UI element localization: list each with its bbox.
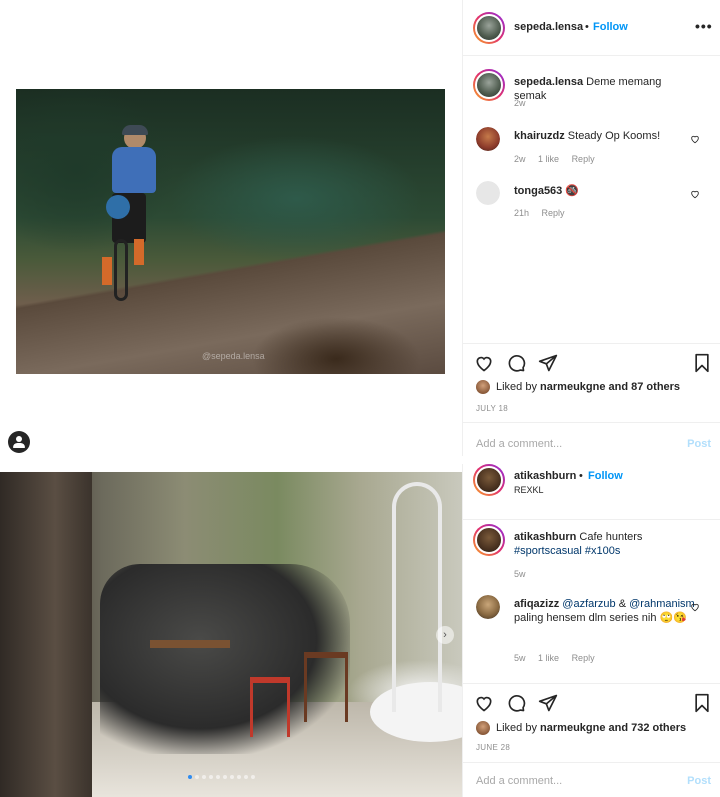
carousel-dot [216, 775, 220, 779]
avatar[interactable] [473, 69, 505, 101]
save-icon[interactable] [692, 693, 712, 713]
post-date[interactable]: JULY 18 [476, 404, 508, 413]
post-media: @sepeda.lensa [0, 0, 462, 456]
avatar[interactable] [473, 12, 505, 44]
reply-button[interactable]: Reply [542, 208, 565, 218]
save-icon[interactable] [692, 353, 712, 373]
heart-icon[interactable] [690, 189, 700, 199]
comment-likes[interactable]: 1 like [538, 154, 559, 164]
comment-username[interactable]: khairuzdz [514, 130, 565, 142]
follow-button[interactable]: Follow [593, 21, 628, 33]
carousel-dot [188, 775, 192, 779]
chevron-right-icon[interactable]: › [436, 626, 454, 644]
comment-likes[interactable]: 1 like [538, 653, 559, 663]
liked-by-user[interactable]: narmeukgne [540, 381, 605, 393]
caption-age: 5w [514, 569, 526, 579]
share-icon[interactable] [538, 353, 558, 373]
heart-icon[interactable] [474, 353, 494, 373]
comment-text: Steady Op Kooms! [567, 130, 661, 142]
caption-text: Cafe hunters [579, 531, 643, 543]
comment-ampersand: & [618, 598, 627, 610]
likes-summary: Liked by narmeukgne and 87 others [476, 380, 680, 394]
profile-icon[interactable] [8, 431, 30, 453]
separator-dot: • [579, 470, 583, 482]
add-comment-bar: Add a comment... Post [463, 422, 720, 464]
avatar[interactable] [473, 524, 505, 556]
post-sidebar: sepeda.lensa • Follow ••• sepeda.lensa D… [462, 0, 720, 456]
comment-mention[interactable]: @rahmanism [629, 598, 695, 610]
likes-summary: Liked by narmeukgne and 732 others [476, 721, 686, 735]
heart-icon[interactable] [690, 602, 700, 612]
carousel-dot [209, 775, 213, 779]
comment-input[interactable]: Add a comment... [476, 438, 562, 450]
reply-button[interactable]: Reply [572, 154, 595, 164]
post-media: › [0, 472, 462, 797]
post-location[interactable]: REXKL [514, 485, 544, 495]
carousel-dot [251, 775, 255, 779]
carousel-dot [237, 775, 241, 779]
post-atikashburn: › atikashburn • Follow REXKL atikashburn… [0, 464, 720, 797]
post-photo-cyclist[interactable]: @sepeda.lensa [16, 89, 445, 374]
caption-age: 2w [514, 98, 526, 108]
post-date[interactable]: JUNE 28 [476, 743, 510, 752]
post-sepeda-lensa: @sepeda.lensa sepeda.lensa • Follow ••• … [0, 0, 720, 456]
post-photo-cafe[interactable]: › [0, 472, 462, 797]
liked-by-prefix: Liked by [496, 722, 537, 734]
carousel-dot [202, 775, 206, 779]
post-comment-button[interactable]: Post [687, 775, 711, 787]
photo-watermark: @sepeda.lensa [202, 351, 265, 361]
caption-username[interactable]: sepeda.lensa [514, 76, 583, 88]
caption-username[interactable]: atikashburn [514, 531, 576, 543]
heart-icon[interactable] [690, 134, 700, 144]
comment-icon[interactable] [506, 353, 526, 373]
avatar[interactable] [473, 464, 505, 496]
post-username[interactable]: sepeda.lensa [514, 21, 583, 33]
carousel-dot [195, 775, 199, 779]
comment-username[interactable]: tonga563 [514, 185, 562, 197]
comment-age: 5w [514, 653, 526, 663]
comment-age: 21h [514, 208, 530, 218]
comment-age: 2w [514, 154, 526, 164]
comment-icon[interactable] [506, 693, 526, 713]
liked-by-others[interactable]: and 732 others [609, 722, 687, 734]
carousel-dot [230, 775, 234, 779]
add-comment-bar: Add a comment... Post [463, 762, 720, 797]
caption-hashtags[interactable]: #sportscasual #x100s [514, 545, 620, 557]
heart-icon[interactable] [474, 693, 494, 713]
post-actions: Liked by narmeukgne and 732 others JUNE … [463, 683, 720, 763]
post-sidebar: atikashburn • Follow REXKL atikashburn C… [462, 464, 720, 797]
follow-button[interactable]: Follow [588, 470, 623, 482]
more-icon[interactable]: ••• [695, 18, 713, 34]
avatar [476, 380, 490, 394]
comment-input[interactable]: Add a comment... [476, 775, 562, 787]
comment-text: 🚳 [565, 185, 580, 197]
comments-list: atikashburn Cafe hunters #sportscasual #… [463, 509, 720, 684]
post-header: sepeda.lensa • Follow ••• [463, 0, 720, 56]
comments-list: sepeda.lensa Deme memang semak 2w khairu… [463, 57, 720, 343]
liked-by-user[interactable]: narmeukgne [540, 722, 605, 734]
avatar [476, 721, 490, 735]
carousel-dots [188, 775, 255, 779]
comment-mention[interactable]: @azfarzub [562, 598, 615, 610]
carousel-dot [223, 775, 227, 779]
liked-by-prefix: Liked by [496, 381, 537, 393]
post-actions: Liked by narmeukgne and 87 others JULY 1… [463, 343, 720, 423]
carousel-dot [244, 775, 248, 779]
share-icon[interactable] [538, 693, 558, 713]
separator-dot: • [585, 21, 589, 33]
reply-button[interactable]: Reply [572, 653, 595, 663]
comment-text: paling hensem dlm series nih 🙄😘 [514, 612, 687, 624]
comment-username[interactable]: afiqazizz [514, 598, 559, 610]
avatar[interactable] [476, 127, 500, 151]
post-username[interactable]: atikashburn [514, 470, 576, 482]
post-comment-button[interactable]: Post [687, 438, 711, 450]
avatar[interactable] [476, 181, 500, 205]
liked-by-others[interactable]: and 87 others [609, 381, 681, 393]
avatar[interactable] [476, 595, 500, 619]
